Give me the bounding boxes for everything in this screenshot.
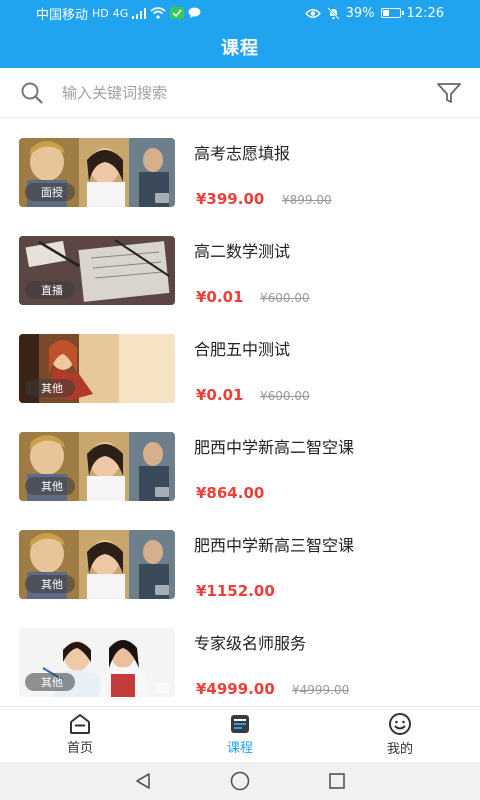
tab-course[interactable]: 课程: [160, 707, 320, 762]
carrier-label: 中国移动: [36, 7, 89, 23]
signal-icon: [132, 7, 147, 19]
network-type: 4G: [112, 6, 129, 20]
course-tag: 其他: [25, 673, 75, 691]
course-thumbnail[interactable]: 面授: [19, 138, 175, 207]
course-tag: 面授: [25, 183, 75, 201]
page-title: 课程: [221, 38, 259, 59]
hd-badge: HD: [92, 6, 109, 20]
tab-profile[interactable]: 我的: [320, 707, 480, 762]
search-icon[interactable]: [20, 81, 44, 105]
course-tag: 其他: [25, 379, 75, 397]
status-right: 39% 12:26: [304, 5, 444, 21]
message-icon: [188, 7, 201, 19]
course-tag: 直播: [25, 281, 75, 299]
mute-bell-icon: [326, 6, 340, 20]
tab-home-label: 首页: [66, 741, 93, 756]
course-price: ¥864.00: [196, 484, 265, 502]
course-title: 高二数学测试: [194, 242, 291, 261]
clock: 12:26: [406, 5, 444, 21]
tab-course-label: 课程: [226, 741, 253, 756]
filter-icon[interactable]: [436, 81, 462, 105]
app-notification-icon: [170, 7, 185, 19]
course-thumbnail[interactable]: 其他: [19, 432, 175, 501]
course-item[interactable]: 直播 高二数学测试 ¥0.01 ¥600.00: [0, 216, 480, 314]
course-item[interactable]: 其他 合肥五中测试 ¥0.01 ¥600.00: [0, 314, 480, 412]
battery-level: [382, 10, 389, 16]
battery-icon: [380, 8, 404, 18]
course-tag: 其他: [25, 575, 75, 593]
thumbnail-badge: [155, 683, 169, 693]
course-original-price: ¥600.00: [260, 291, 310, 305]
course-original-price: ¥899.00: [282, 193, 332, 207]
system-nav-bar: [0, 762, 480, 800]
home-icon: [68, 713, 92, 735]
course-price: ¥1152.00: [196, 582, 275, 600]
course-title: 高考志愿填报: [194, 144, 291, 163]
course-item[interactable]: 其他 肥西中学新高三智空课 ¥1152.00: [0, 510, 480, 608]
course-thumbnail[interactable]: 其他: [19, 628, 175, 697]
thumbnail-badge: [155, 585, 169, 595]
course-icon: [229, 713, 251, 735]
course-list: 面授 高考志愿填报 ¥399.00 ¥899.00 直播 高二数学测试 ¥0.0…: [0, 118, 480, 706]
wifi-icon: [150, 7, 166, 19]
home-nav-icon[interactable]: [230, 771, 250, 791]
course-tag: 其他: [25, 477, 75, 495]
tab-home[interactable]: 首页: [0, 707, 160, 762]
course-item[interactable]: 面授 高考志愿填报 ¥399.00 ¥899.00: [0, 118, 480, 216]
back-icon[interactable]: [134, 772, 152, 790]
thumbnail-badge: [155, 193, 169, 203]
course-title: 合肥五中测试: [194, 340, 291, 359]
course-title: 肥西中学新高三智空课: [194, 536, 355, 555]
search-bar[interactable]: 输入关键词搜索: [0, 68, 480, 118]
course-thumbnail[interactable]: 其他: [19, 334, 175, 403]
status-left: 中国移动 HD 4G: [36, 4, 201, 23]
course-title: 肥西中学新高二智空课: [194, 438, 355, 457]
course-price: ¥399.00: [196, 190, 265, 208]
title-bar: 课程: [0, 26, 480, 68]
course-item[interactable]: 其他 专家级名师服务 ¥4999.00 ¥4999.00: [0, 608, 480, 706]
course-item[interactable]: 其他 肥西中学新高二智空课 ¥864.00: [0, 412, 480, 510]
bottom-tab-bar: 首页 课程 我的: [0, 706, 480, 762]
course-thumbnail[interactable]: 其他: [19, 530, 175, 599]
recent-apps-icon[interactable]: [328, 772, 346, 790]
course-original-price: ¥600.00: [260, 389, 310, 403]
search-input[interactable]: 输入关键词搜索: [62, 82, 436, 103]
profile-icon: [388, 712, 412, 736]
battery-percent: 39%: [345, 5, 375, 21]
status-bar: 中国移动 HD 4G 39% 12:26: [0, 0, 480, 26]
course-title: 专家级名师服务: [194, 634, 307, 653]
thumbnail-badge: [155, 487, 169, 497]
tab-profile-label: 我的: [386, 742, 413, 757]
course-thumbnail[interactable]: 直播: [19, 236, 175, 305]
eye-icon: [304, 8, 321, 19]
course-price: ¥4999.00: [196, 680, 275, 698]
course-price: ¥0.01: [196, 386, 244, 404]
course-original-price: ¥4999.00: [292, 683, 350, 697]
course-price: ¥0.01: [196, 288, 244, 306]
